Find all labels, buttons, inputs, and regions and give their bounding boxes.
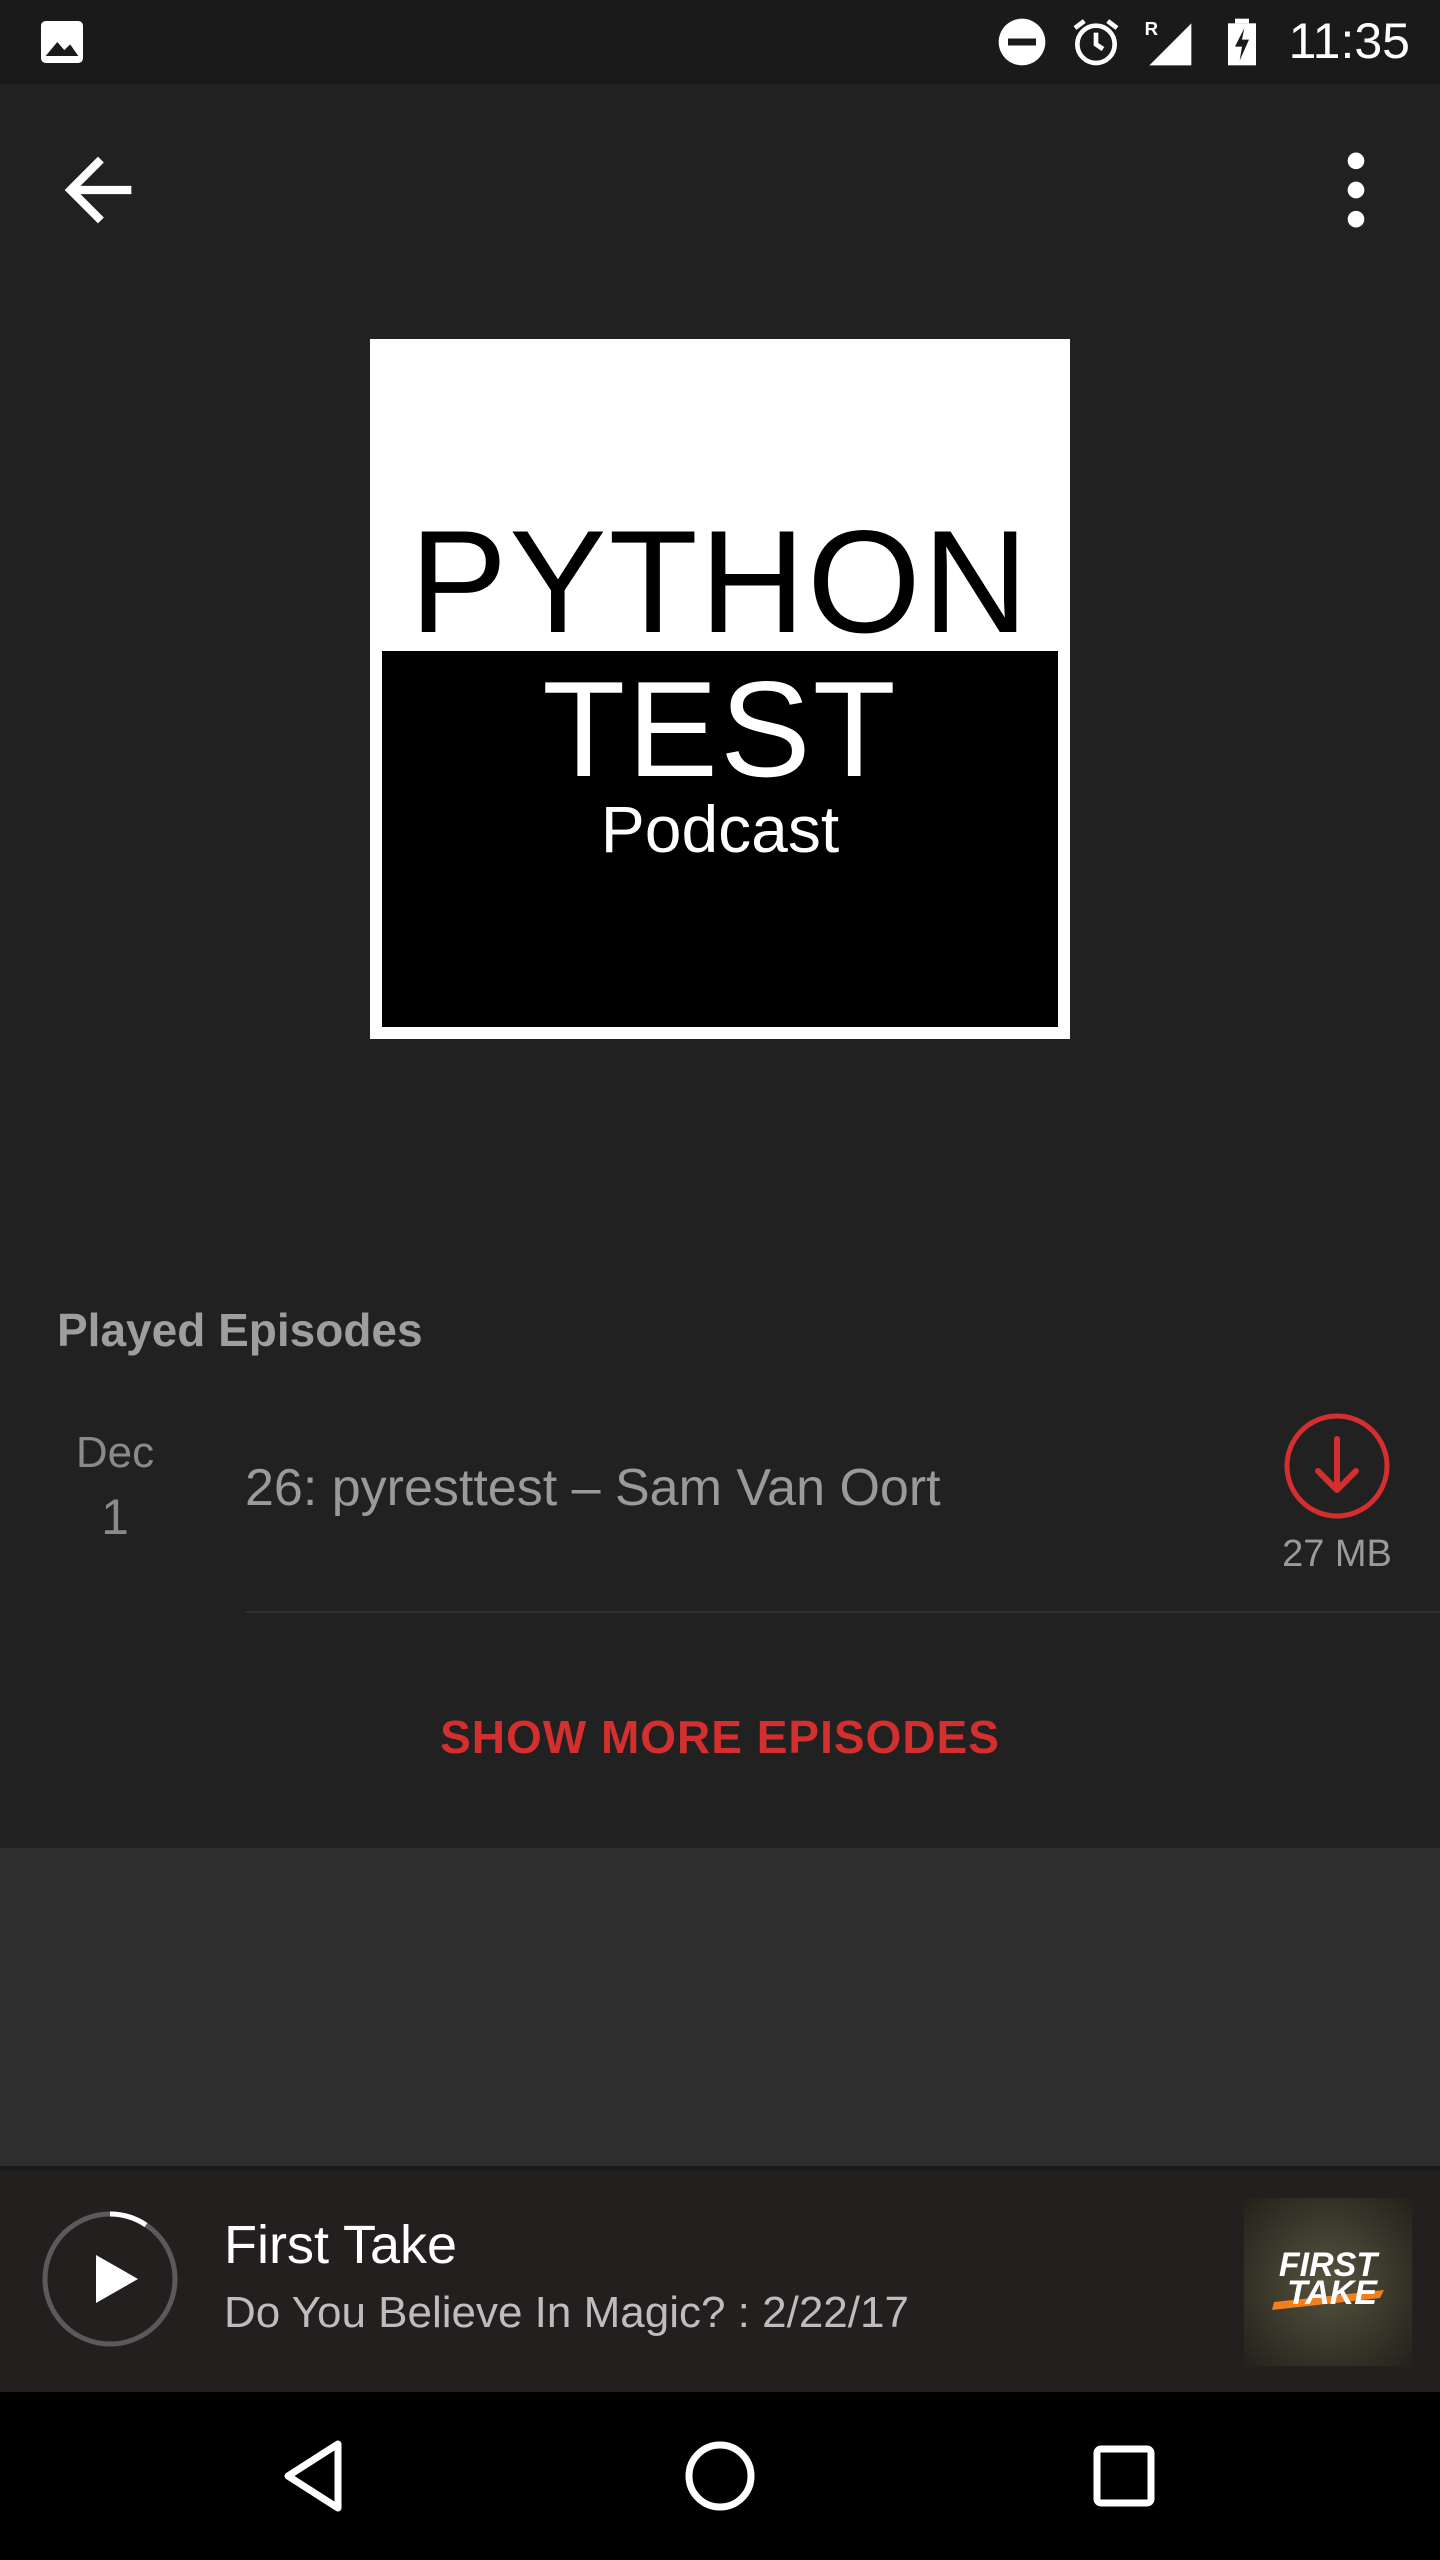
do-not-disturb-icon bbox=[998, 18, 1046, 66]
divider bbox=[245, 1611, 1440, 1613]
home-circle-icon bbox=[685, 2441, 755, 2511]
play-icon bbox=[42, 2211, 178, 2347]
episode-title[interactable]: 26: pyresttest – Sam Van Oort bbox=[245, 1458, 941, 1518]
status-time: 11:35 bbox=[1288, 13, 1410, 69]
nav-recents-button[interactable] bbox=[1076, 2428, 1172, 2524]
podcast-cover-art: PYTHON TEST Podcast bbox=[370, 339, 1070, 1039]
more-vert-icon bbox=[1347, 152, 1365, 228]
download-icon bbox=[1284, 1413, 1390, 1519]
arrow-back-icon bbox=[64, 156, 132, 224]
battery-charging-icon bbox=[1228, 18, 1256, 66]
show-more-episodes-button[interactable]: SHOW MORE EPISODES bbox=[0, 1710, 1440, 1764]
status-bar: R 11:35 bbox=[0, 0, 1440, 84]
cover-title-line2: TEST bbox=[542, 653, 898, 805]
empty-content-area bbox=[0, 1848, 1440, 2166]
alarm-icon bbox=[1073, 19, 1119, 66]
episode-date-day: 1 bbox=[101, 1489, 129, 1545]
cover-title-line1: PYTHON bbox=[409, 500, 1031, 663]
section-title: Played Episodes bbox=[57, 1304, 423, 1356]
signal-roaming-icon: R bbox=[1145, 18, 1192, 66]
nav-home-button[interactable] bbox=[672, 2428, 768, 2524]
now-playing-title[interactable]: First Take bbox=[224, 2214, 457, 2276]
nav-back-button[interactable] bbox=[268, 2428, 364, 2524]
cover-subtitle: Podcast bbox=[600, 792, 840, 866]
back-button[interactable] bbox=[48, 140, 148, 240]
now-playing-episode[interactable]: Do You Believe In Magic? : 2/22/17 bbox=[224, 2288, 909, 2338]
artwork-text-line2: TAKE bbox=[1287, 2274, 1378, 2312]
download-button[interactable] bbox=[1282, 1411, 1392, 1521]
more-options-button[interactable] bbox=[1306, 140, 1406, 240]
image-icon bbox=[41, 21, 83, 63]
back-triangle-icon bbox=[284, 2440, 342, 2512]
episode-date-month: Dec bbox=[75, 1428, 155, 1477]
episode-size: 27 MB bbox=[1282, 1533, 1392, 1575]
play-button[interactable] bbox=[40, 2209, 180, 2349]
now-playing-artwork[interactable]: FIRST TAKE bbox=[1244, 2198, 1412, 2366]
mini-player[interactable] bbox=[0, 2166, 1440, 2392]
recents-square-icon bbox=[1093, 2445, 1155, 2507]
svg-text:R: R bbox=[1145, 18, 1159, 39]
